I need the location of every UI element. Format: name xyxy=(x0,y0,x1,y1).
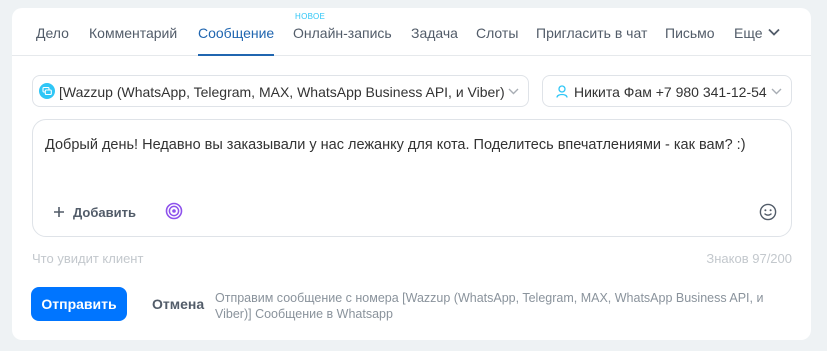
person-icon xyxy=(556,85,568,98)
activity-tabs: Дело Комментарий Сообщение НОВОЕ Онлайн-… xyxy=(12,8,811,56)
tab-invite-to-chat[interactable]: Пригласить в чат xyxy=(536,25,647,41)
tab-comment[interactable]: Комментарий xyxy=(89,25,177,41)
message-text[interactable]: Добрый день! Недавно вы заказывали у нас… xyxy=(45,136,746,154)
activity-editor-card: Дело Комментарий Сообщение НОВОЕ Онлайн-… xyxy=(12,8,811,340)
channel-select-value: [Wazzup (WhatsApp, Telegram, MAX, WhatsA… xyxy=(59,84,505,100)
copilot-icon[interactable] xyxy=(165,202,183,220)
smile-icon[interactable] xyxy=(759,203,777,221)
add-button-label: Добавить xyxy=(73,205,136,220)
tab-task[interactable]: Задача xyxy=(411,25,458,41)
tab-slots[interactable]: Слоты xyxy=(476,25,518,41)
chevron-down-icon xyxy=(508,88,519,95)
send-button[interactable]: Отправить xyxy=(31,287,127,321)
tab-delo[interactable]: Дело xyxy=(36,25,69,41)
plus-icon xyxy=(54,207,64,217)
cancel-button[interactable]: Отмена xyxy=(152,296,204,312)
tab-email[interactable]: Письмо xyxy=(665,25,715,41)
char-counter: Знаков 97/200 xyxy=(706,251,792,266)
send-footnote: Отправим сообщение с номера [Wazzup (Wha… xyxy=(215,291,764,321)
new-badge: НОВОЕ xyxy=(295,12,326,21)
active-tab-indicator xyxy=(198,54,274,56)
channel-chat-icon xyxy=(39,83,55,99)
tab-online-booking[interactable]: Онлайн-запись xyxy=(293,25,392,41)
tab-more[interactable]: Еще xyxy=(734,25,763,41)
client-preview-hint[interactable]: Что увидит клиент xyxy=(32,251,143,267)
channel-select[interactable]: [Wazzup (WhatsApp, Telegram, MAX, WhatsA… xyxy=(32,75,529,107)
recipient-select[interactable]: Никита Фам +7 980 341-12-54 xyxy=(542,75,792,107)
chevron-down-icon[interactable] xyxy=(768,27,780,37)
tab-message[interactable]: Сообщение xyxy=(198,25,274,41)
recipient-select-value: Никита Фам +7 980 341-12-54 xyxy=(574,84,767,100)
chevron-down-icon xyxy=(771,88,782,95)
message-composer[interactable]: Добрый день! Недавно вы заказывали у нас… xyxy=(32,119,792,237)
